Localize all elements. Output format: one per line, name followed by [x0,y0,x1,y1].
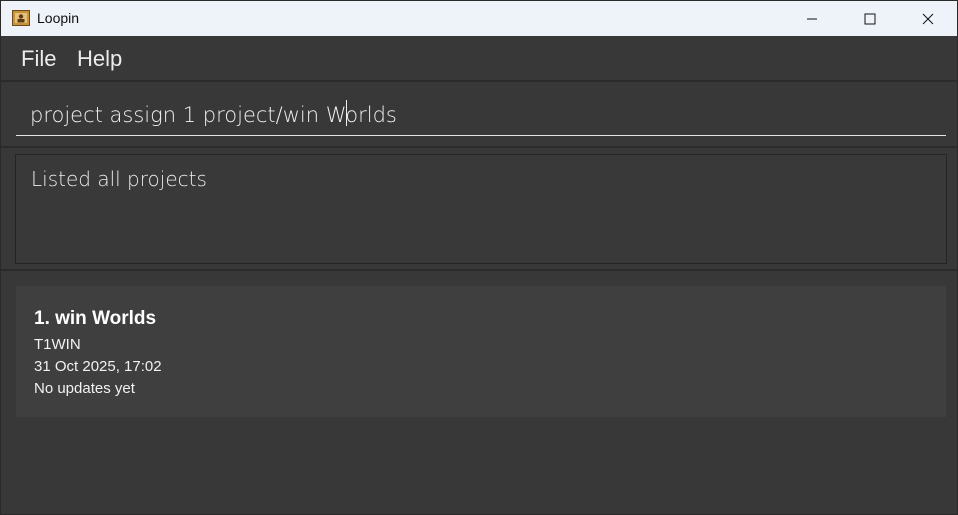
result-display-container: Listed all projects [1,148,957,271]
result-message: Listed all projects [31,167,207,191]
command-box-container [1,82,957,148]
window-title: Loopin [37,10,80,26]
menu-bar: File Help [1,36,957,82]
close-button[interactable] [899,1,957,36]
title-bar[interactable]: Loopin [1,1,957,36]
app-icon [12,10,30,26]
close-icon [922,13,934,24]
project-title: 1. win Worlds [34,308,157,329]
maximize-icon [864,13,876,24]
text-caret [346,100,347,126]
result-display[interactable]: Listed all projects [15,154,947,264]
menu-help[interactable]: Help [77,46,122,72]
project-timestamp: 31 Oct 2025, 17:02 [34,358,162,375]
project-status: No updates yet [34,380,135,397]
maximize-button[interactable] [841,1,899,36]
app-window: Loopin File Help Listed all projects [0,0,958,515]
project-code: T1WIN [34,336,81,353]
command-input[interactable] [16,94,946,136]
project-card[interactable]: 1. win Worlds T1WIN 31 Oct 2025, 17:02 N… [16,286,946,417]
project-list[interactable]: 1. win Worlds T1WIN 31 Oct 2025, 17:02 N… [1,271,957,514]
minimize-icon [807,18,817,19]
minimize-button[interactable] [783,1,841,36]
menu-file[interactable]: File [21,46,56,72]
